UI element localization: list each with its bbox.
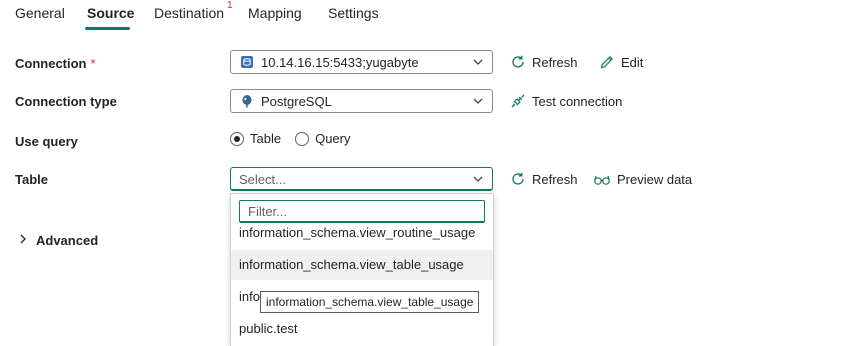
test-connection-label: Test connection (532, 93, 623, 109)
table-dropdown-listbox: information_schema.view_routine_usage in… (230, 193, 494, 346)
use-query-label: Use query (15, 134, 78, 149)
connection-type-value: PostgreSQL (261, 94, 332, 109)
radio-table[interactable]: Table (230, 131, 281, 146)
item-tooltip: information_schema.view_table_usage (260, 291, 480, 313)
connection-edit-button[interactable]: Edit (599, 54, 643, 70)
chevron-down-icon (472, 95, 484, 107)
destination-error-badge: 1 (227, 0, 233, 11)
test-connection-button[interactable]: Test connection (510, 93, 622, 109)
connection-select[interactable]: 10.14.16.15:5433;yugabyte (230, 50, 493, 74)
radio-query[interactable]: Query (295, 131, 350, 146)
connection-label: Connection * (15, 56, 96, 71)
preview-data-button[interactable]: Preview data (593, 171, 692, 187)
table-refresh-label: Refresh (532, 171, 578, 187)
glasses-icon (593, 171, 611, 187)
preview-data-label: Preview data (617, 171, 693, 187)
chevron-down-icon (472, 56, 484, 68)
advanced-expander[interactable]: Advanced (18, 233, 98, 248)
tab-destination[interactable]: Destination (154, 5, 224, 21)
refresh-icon (510, 54, 526, 70)
use-query-radio-group: Table Query (230, 131, 364, 146)
active-tab-indicator (85, 27, 130, 30)
tab-bar: General Source Destination 1 Mapping Set… (0, 0, 859, 32)
table-refresh-button[interactable]: Refresh (510, 171, 578, 187)
table-label: Table (15, 172, 48, 187)
radio-table-circle (230, 131, 244, 146)
tab-source[interactable]: Source (87, 5, 134, 21)
chevron-right-icon (18, 233, 28, 248)
list-item[interactable]: information_schema.view_table_usage (231, 250, 493, 280)
postgresql-icon (240, 94, 254, 108)
refresh-icon (510, 171, 526, 187)
required-marker: * (90, 56, 96, 71)
list-item[interactable]: information_schema.view_routine_usage (231, 218, 493, 248)
connection-edit-label: Edit (621, 54, 644, 70)
radio-table-label: Table (250, 131, 282, 146)
tab-mapping[interactable]: Mapping (248, 5, 302, 21)
tab-settings[interactable]: Settings (328, 5, 379, 21)
connection-type-select[interactable]: PostgreSQL (230, 89, 493, 113)
table-select-placeholder: Select... (239, 172, 286, 187)
connection-refresh-button[interactable]: Refresh (510, 54, 578, 70)
plug-icon (510, 93, 526, 109)
pencil-icon (599, 54, 615, 70)
database-icon (240, 55, 254, 69)
advanced-label: Advanced (36, 233, 99, 248)
radio-query-label: Query (315, 131, 351, 146)
connection-type-label: Connection type (15, 94, 117, 109)
table-select[interactable]: Select... (230, 167, 493, 191)
radio-query-circle (295, 131, 310, 146)
tab-general[interactable]: General (15, 5, 65, 21)
connection-value: 10.14.16.15:5433;yugabyte (261, 55, 419, 70)
chevron-down-icon (472, 173, 484, 185)
list-item[interactable]: public.test (231, 314, 493, 344)
connection-refresh-label: Refresh (532, 54, 578, 70)
